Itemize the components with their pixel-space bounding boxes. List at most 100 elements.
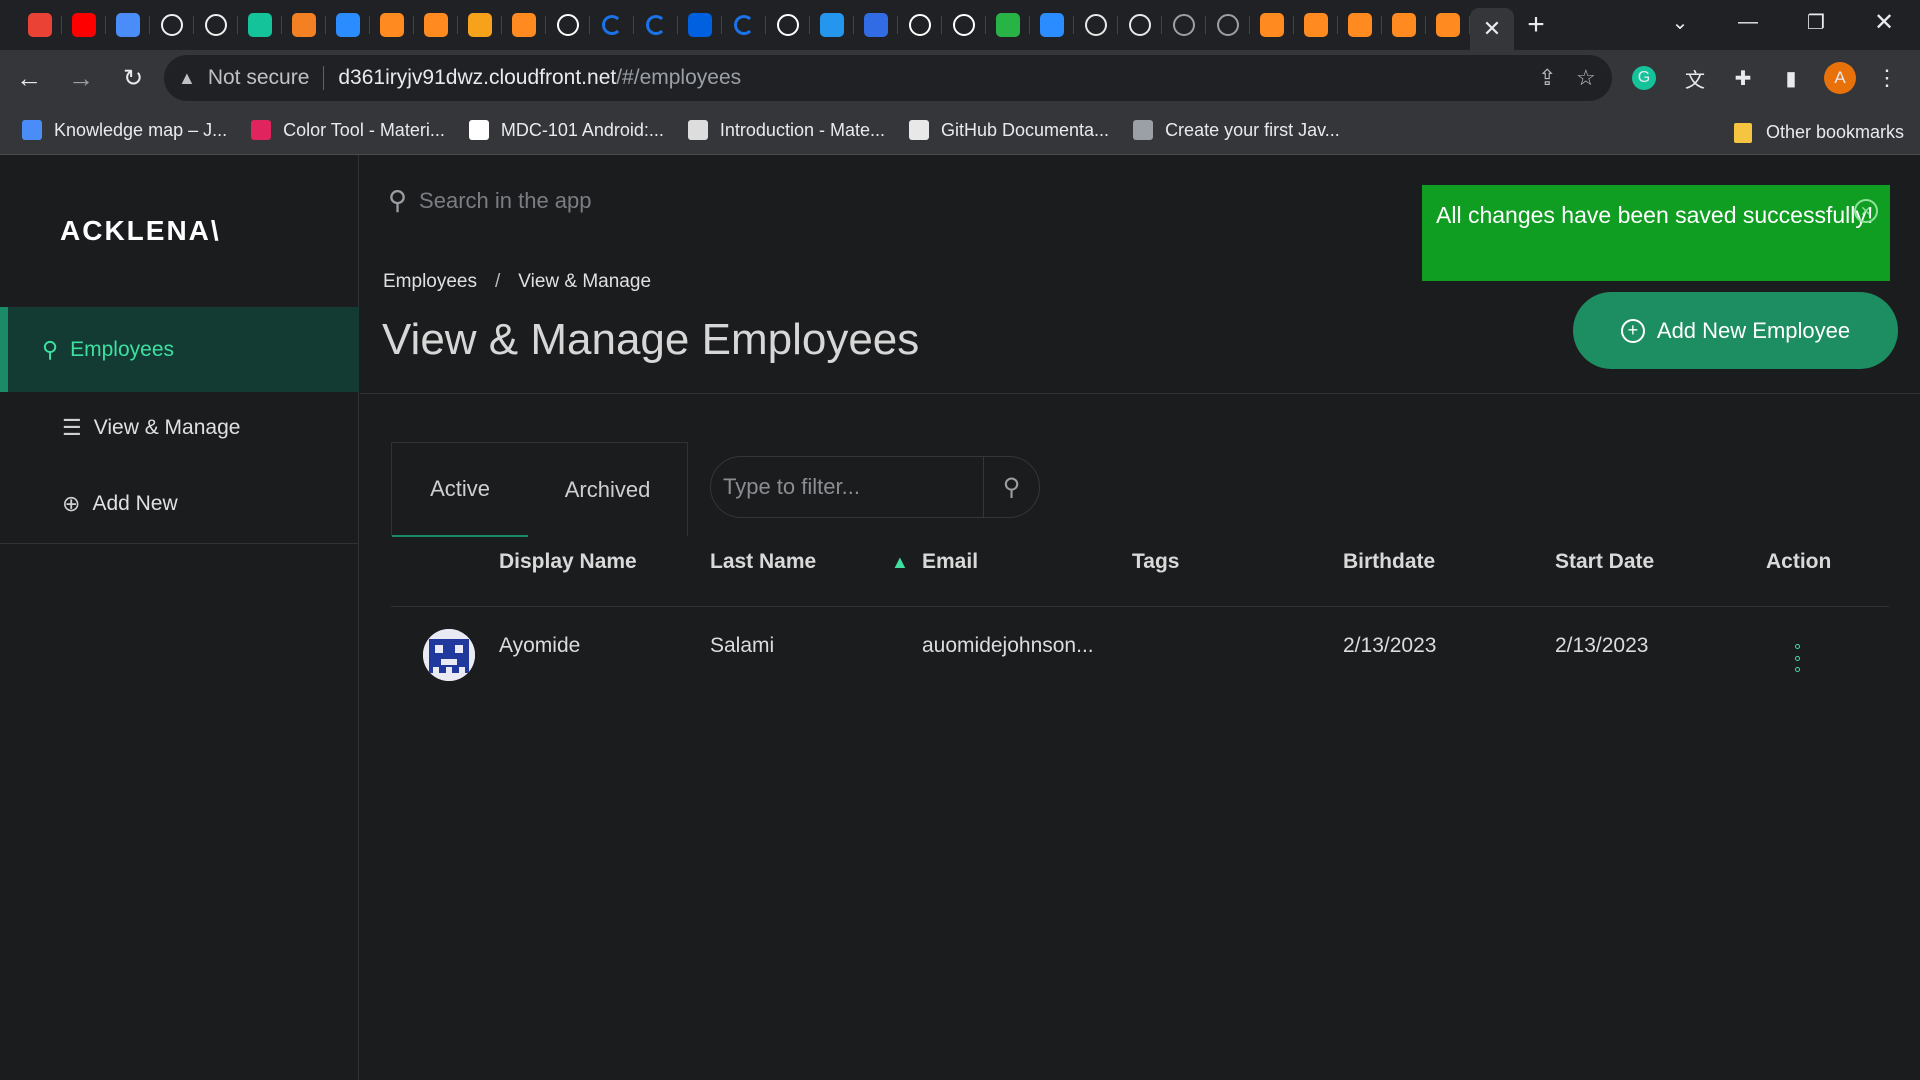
bookmark-favicon-icon (908, 120, 929, 140)
column-display-name[interactable]: Display Name (499, 550, 637, 574)
browser-tab[interactable] (458, 0, 502, 50)
browser-tab[interactable] (1338, 0, 1382, 50)
column-last-name[interactable]: Last Name (710, 550, 816, 574)
sidebar-item-add-new[interactable]: ⊕ Add New (62, 491, 178, 517)
browser-tab[interactable] (854, 0, 898, 50)
browser-tab[interactable] (590, 0, 634, 50)
browser-tab[interactable] (18, 0, 62, 50)
bookmark-item[interactable]: GitHub Documenta... (908, 120, 1109, 141)
search-input[interactable]: Search in the app (419, 188, 591, 214)
breadcrumb-root[interactable]: Employees (383, 271, 477, 292)
browser-tab[interactable] (1382, 0, 1426, 50)
filter-input[interactable]: Type to filter... ⚲ (710, 456, 1040, 518)
browser-tab[interactable] (678, 0, 722, 50)
browser-tab[interactable] (1118, 0, 1162, 50)
avatar (423, 629, 475, 681)
sidebar-item-employees[interactable]: ⚲ Employees (0, 307, 359, 392)
browser-tab[interactable] (1250, 0, 1294, 50)
browser-tab[interactable] (766, 0, 810, 50)
add-new-employee-button[interactable]: + Add New Employee (1573, 292, 1898, 369)
translate-extension-icon[interactable]: 文 (1680, 63, 1710, 93)
bookmark-favicon-icon (251, 120, 272, 140)
tab-archived[interactable]: Archived (528, 443, 687, 537)
active-tab-close-button[interactable]: ✕ (1470, 8, 1514, 50)
browser-tab[interactable] (502, 0, 546, 50)
close-icon[interactable]: ✕ (1854, 199, 1878, 223)
share-icon[interactable]: ⇪ (1538, 65, 1556, 91)
browser-tab[interactable] (634, 0, 678, 50)
tab-search-icon[interactable]: ⌄ (1646, 0, 1714, 44)
browser-toolbar: ← → ↻ ▲ Not secure d361iryjv91dwz.cloudf… (0, 50, 1920, 106)
address-bar[interactable]: ▲ Not secure d361iryjv91dwz.cloudfront.n… (164, 55, 1612, 101)
browser-tab[interactable] (282, 0, 326, 50)
browser-tab[interactable] (370, 0, 414, 50)
browser-tab[interactable] (150, 0, 194, 50)
bookmark-item[interactable]: Create your first Jav... (1133, 120, 1340, 141)
filter-search-icon[interactable]: ⚲ (983, 457, 1039, 517)
browser-tab[interactable] (1206, 0, 1250, 50)
bookmark-item[interactable]: MDC-101 Android:... (468, 120, 664, 141)
browser-tab[interactable] (106, 0, 150, 50)
column-start-date[interactable]: Start Date (1555, 550, 1654, 574)
browser-tab[interactable] (722, 0, 766, 50)
sort-ascending-icon[interactable]: ▲ (891, 552, 909, 573)
other-bookmarks[interactable]: Other bookmarks (1733, 122, 1904, 143)
sidebar-item-view-manage[interactable]: ☰ View & Manage (62, 415, 240, 441)
row-actions-menu-icon[interactable] (1792, 644, 1802, 672)
column-birthdate[interactable]: Birthdate (1343, 550, 1435, 574)
side-panel-icon[interactable]: ▮ (1776, 63, 1806, 93)
aws-package-icon (468, 13, 492, 37)
browser-tab[interactable] (546, 0, 590, 50)
browser-tab[interactable] (986, 0, 1030, 50)
column-tags[interactable]: Tags (1132, 550, 1179, 574)
minimize-icon[interactable]: — (1714, 0, 1782, 44)
browser-tab[interactable] (1162, 0, 1206, 50)
new-tab-button[interactable]: + (1514, 0, 1558, 50)
table-header: Display Name Last Name ▲ Email Tags Birt… (391, 550, 1889, 607)
browser-tab[interactable] (1030, 0, 1074, 50)
pixel-avatar-icon (423, 629, 475, 681)
column-email[interactable]: Email (922, 550, 978, 574)
reload-icon[interactable]: ↻ (110, 55, 156, 101)
restore-icon[interactable]: ❐ (1782, 0, 1850, 44)
aws-icon (380, 13, 404, 37)
globe-icon (1173, 14, 1195, 36)
back-icon[interactable]: ← (6, 55, 52, 101)
bookmark-star-icon[interactable]: ☆ (1576, 65, 1596, 91)
column-action: Action (1766, 550, 1832, 573)
browser-tab[interactable] (62, 0, 106, 50)
forward-icon[interactable]: → (58, 55, 104, 101)
browser-tab[interactable] (1294, 0, 1338, 50)
aws-icon (1304, 13, 1328, 37)
browser-tab[interactable] (194, 0, 238, 50)
browser-tab[interactable] (326, 0, 370, 50)
close-window-icon[interactable]: ✕ (1850, 0, 1918, 44)
browser-tab[interactable] (810, 0, 854, 50)
browser-tab[interactable] (898, 0, 942, 50)
browser-tab[interactable] (942, 0, 986, 50)
cell-start-date: 2/13/2023 (1555, 634, 1649, 657)
browser-tab[interactable] (414, 0, 458, 50)
bookmark-item[interactable]: Color Tool - Materi... (251, 120, 445, 141)
browser-tab[interactable] (238, 0, 282, 50)
bookmark-item[interactable]: Introduction - Mate... (687, 120, 885, 141)
profile-avatar[interactable]: A (1824, 62, 1856, 94)
filter-placeholder: Type to filter... (723, 474, 860, 499)
bookmarks-bar: Knowledge map – J... Color Tool - Materi.… (0, 106, 1920, 155)
table-row[interactable]: Ayomide Salami auomidejohnson... 2/13/20… (391, 607, 1889, 701)
github-icon (205, 14, 227, 36)
browser-menu-icon[interactable]: ⋮ (1872, 63, 1902, 93)
app-search[interactable]: ⚲ Search in the app (388, 185, 592, 216)
grammarly-extension-icon[interactable]: G (1632, 66, 1656, 90)
aws-icon (512, 13, 536, 37)
tab-active[interactable]: Active (392, 443, 529, 537)
cell-display-name: Ayomide (499, 634, 581, 657)
bookmark-item[interactable]: Knowledge map – J... (22, 120, 227, 141)
browser-tab[interactable] (1426, 0, 1470, 50)
url-host: d361iryjv91dwz.cloudfront.net (338, 66, 617, 89)
app: ACKLENA\ ⚲ Employees ☰ View & Manage ⊕ A… (0, 155, 1920, 1080)
globe-icon (1217, 14, 1239, 36)
browser-tab[interactable] (1074, 0, 1118, 50)
header-divider (360, 393, 1920, 394)
extensions-icon[interactable]: ✚ (1728, 63, 1758, 93)
